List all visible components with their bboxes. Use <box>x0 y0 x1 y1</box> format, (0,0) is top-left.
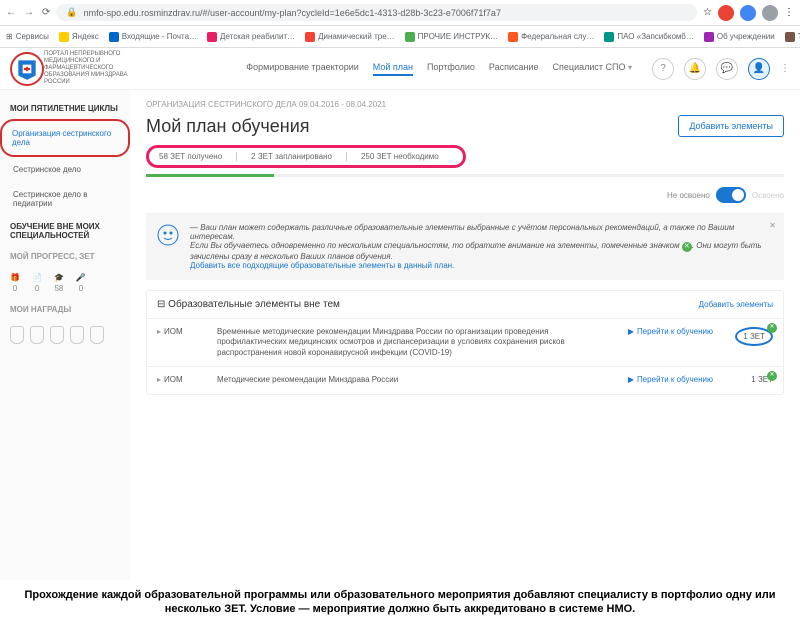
prog-doc: 📄0 <box>32 273 42 293</box>
course-type: ▸ИОМ <box>157 327 207 336</box>
browser-toolbar: ← → ⟳ 🔒 nmfo-spo.edu.rosminzdrav.ru/#/us… <box>0 0 800 26</box>
app-header: ПОРТАЛ НЕПРЕРЫВНОГО МЕДИЦИНСКОГО И ФАРМА… <box>0 48 800 90</box>
prog-gift: 🎁0 <box>10 273 20 293</box>
bookmark-item[interactable]: Тюменская госуда… <box>785 32 800 42</box>
bookmark-item[interactable]: Федеральная слу… <box>508 32 594 42</box>
apps-icon[interactable]: ⊞ Сервисы <box>6 32 49 41</box>
course-link[interactable]: ▶Перейти к обучению <box>628 375 713 384</box>
award-icon <box>30 326 44 344</box>
bookmark-item[interactable]: Об учреждении <box>704 32 775 42</box>
robot-icon <box>156 223 180 247</box>
nav-arrows: ← → ⟳ <box>6 7 50 18</box>
toggle-row: Не освоено Освоено <box>146 187 784 203</box>
toggle-label-right: Освоено <box>752 191 784 200</box>
sidebar-title-awards: МОИ НАГРАДЫ <box>0 299 130 320</box>
main-content: ОРГАНИЗАЦИЯ СЕСТРИНСКОГО ДЕЛА 09.04.2016… <box>130 90 800 580</box>
sidebar-title-cycles: МОИ ПЯТИЛЕТНИЕ ЦИКЛЫ <box>0 98 130 119</box>
zet-received: 58 ЗЕТ получено <box>159 152 237 161</box>
sidebar-title-other: ОБУЧЕНИЕ ВНЕ МОИХ СПЕЦИАЛЬНОСТЕЙ <box>0 216 130 246</box>
forward-icon[interactable]: → <box>24 7 34 18</box>
bookmark-item[interactable]: Динамический тре… <box>305 32 395 42</box>
course-desc: Временные методические рекомендации Минз… <box>217 327 618 358</box>
browser-profile-icons: ☆ ⋮ <box>703 5 794 21</box>
tab-schedule[interactable]: Расписание <box>489 62 539 76</box>
award-icon <box>70 326 84 344</box>
bookmark-item[interactable]: Яндекс <box>59 32 99 42</box>
tab-myplan[interactable]: Мой план <box>373 62 413 76</box>
add-all-link[interactable]: Добавить все подходящие образовательные … <box>190 261 774 270</box>
section-add-link[interactable]: Добавить элементы <box>699 300 773 309</box>
prog-mic: 🎤0 <box>76 273 86 293</box>
profile-avatar[interactable] <box>740 5 756 21</box>
logo-icon <box>14 56 40 82</box>
user-icon[interactable]: 👤 <box>748 58 770 80</box>
breadcrumb: ОРГАНИЗАЦИЯ СЕСТРИНСКОГО ДЕЛА 09.04.2016… <box>146 100 784 109</box>
tab-specialist[interactable]: Специалист СПО ▾ <box>553 62 632 76</box>
sidebar: МОИ ПЯТИЛЕТНИЕ ЦИКЛЫ Организация сестрин… <box>0 90 130 580</box>
logo-text: ПОРТАЛ НЕПРЕРЫВНОГО МЕДИЦИНСКОГО И ФАРМА… <box>44 51 144 87</box>
mastered-toggle[interactable] <box>716 187 746 203</box>
section-toggle[interactable]: ⊟ Образовательные элементы вне тем <box>157 299 340 310</box>
chat-icon[interactable]: 💬 <box>716 58 738 80</box>
url-bar[interactable]: 🔒 nmfo-spo.edu.rosminzdrav.ru/#/user-acc… <box>56 4 697 21</box>
multi-badge-icon: ✕ <box>682 242 692 252</box>
course-zet: 1 ЗЕТ✕ <box>723 375 773 384</box>
course-zet: 1 ЗЕТ✕ <box>723 327 773 346</box>
bookmark-item[interactable]: ПРОЧИЕ ИНСТРУК… <box>405 32 498 42</box>
tab-trajectory[interactable]: Формирование траектории <box>246 62 359 76</box>
menu-dots-icon[interactable]: ⋮ <box>780 63 790 74</box>
award-icon <box>90 326 104 344</box>
course-desc: Методические рекомендации Минздрава Росс… <box>217 375 618 385</box>
sidebar-item-org[interactable]: Организация сестринского дела <box>0 119 130 157</box>
section-title: Образовательные элементы вне тем <box>168 299 340 310</box>
url-text: nmfo-spo.edu.rosminzdrav.ru/#/user-accou… <box>84 8 501 18</box>
sidebar-title-progress: МОЙ ПРОГРЕСС, ЗЕТ <box>0 246 130 267</box>
zet-required: 250 ЗЕТ необходимо <box>361 152 453 161</box>
prog-grad: 🎓58 <box>54 273 64 293</box>
sidebar-item-pediatrics[interactable]: Сестринское дело в педиатрии <box>0 182 130 216</box>
tab-portfolio[interactable]: Портфолио <box>427 62 475 76</box>
ext-icon[interactable] <box>718 5 734 21</box>
nav-tabs: Формирование траектории Мой план Портфол… <box>246 62 632 76</box>
menu-icon[interactable]: ⋮ <box>784 7 794 18</box>
zet-planned: 2 ЗЕТ запланировано <box>251 152 347 161</box>
bookmarks-bar: ⊞ Сервисы Яндекс Входящие - Почта… Детск… <box>0 26 800 48</box>
award-icon <box>50 326 64 344</box>
header-icons: ? 🔔 💬 👤 ⋮ <box>652 58 790 80</box>
progress-icons: 🎁0 📄0 🎓58 🎤0 <box>0 267 130 299</box>
page-title: Мой план обучения <box>146 116 310 137</box>
elements-section: ⊟ Образовательные элементы вне тем Добав… <box>146 290 784 395</box>
zet-stats: 58 ЗЕТ получено 2 ЗЕТ запланировано 250 … <box>146 145 466 168</box>
bookmark-item[interactable]: Входящие - Почта… <box>109 32 197 42</box>
slide-caption: Прохождение каждой образовательной прогр… <box>0 580 800 625</box>
info-box: — Ваш план может содержать различные обр… <box>146 213 784 280</box>
lock-icon: 🔒 <box>66 7 77 18</box>
awards-row <box>0 320 130 350</box>
progress-bar <box>146 174 784 177</box>
star-icon[interactable]: ☆ <box>703 7 712 18</box>
course-link[interactable]: ▶Перейти к обучению <box>628 327 713 336</box>
bell-icon[interactable]: 🔔 <box>684 58 706 80</box>
bookmark-item[interactable]: Детская реабилит… <box>207 32 295 42</box>
toggle-label-left: Не освоено <box>667 191 710 200</box>
add-elements-button[interactable]: Добавить элементы <box>678 115 784 137</box>
reload-icon[interactable]: ⟳ <box>42 7 50 18</box>
course-row: ▸ИОМ Временные методические рекомендации… <box>147 318 783 366</box>
award-icon <box>10 326 24 344</box>
ext-icon-2[interactable] <box>762 5 778 21</box>
course-row: ▸ИОМ Методические рекомендации Минздрава… <box>147 366 783 393</box>
help-icon[interactable]: ? <box>652 58 674 80</box>
close-icon[interactable]: ✕ <box>769 221 776 230</box>
course-type: ▸ИОМ <box>157 375 207 384</box>
sidebar-item-nursing[interactable]: Сестринское дело <box>0 157 130 182</box>
bookmark-item[interactable]: ПАО «Запсибкомб… <box>604 32 694 42</box>
logo-circled <box>10 52 44 86</box>
back-icon[interactable]: ← <box>6 7 16 18</box>
